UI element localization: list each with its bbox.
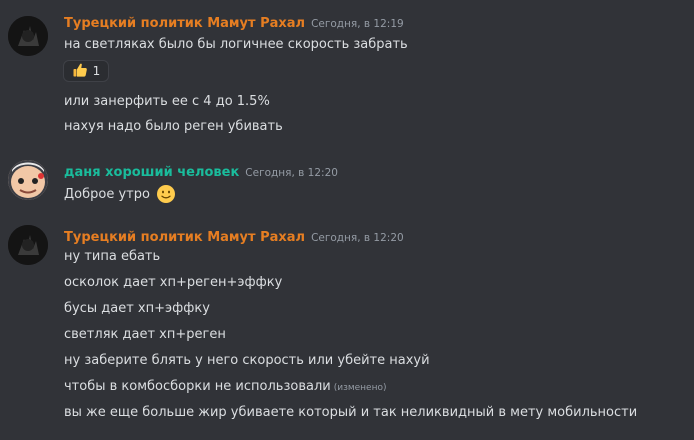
message-text: ну типа ебать xyxy=(64,249,161,264)
reaction-button[interactable]: 1 xyxy=(63,60,109,82)
message-text: вы же еще больше жир убиваете который и … xyxy=(64,405,638,420)
message-text: на светляках было бы логичнее скорость з… xyxy=(64,37,408,52)
message-text: бусы дает хп+эффку xyxy=(64,301,210,316)
avatar[interactable] xyxy=(8,160,48,200)
message-text: нахуя надо было реген убивать xyxy=(64,119,283,134)
slightly-smiling-face-icon xyxy=(156,184,176,205)
avatar[interactable] xyxy=(8,16,48,56)
avatar[interactable] xyxy=(8,225,48,265)
message-text-content: Доброе утро xyxy=(64,187,150,202)
message-header: Турецкий политик Мамут Рахал Сегодня, в 1… xyxy=(64,227,404,245)
timestamp: Сегодня, в 12:20 xyxy=(245,167,338,179)
message-text-content: чтобы в комбосборки не использовали xyxy=(64,379,331,394)
message-header: Турецкий политик Мамут Рахал Сегодня, в 1… xyxy=(64,13,404,31)
message-text: чтобы в комбосборки не использовали (изме… xyxy=(64,378,387,397)
timestamp: Сегодня, в 12:19 xyxy=(311,18,404,30)
message-text: или занерфить ее с 4 до 1.5% xyxy=(64,94,270,109)
username[interactable]: Турецкий политик Мамут Рахал xyxy=(64,16,305,31)
edited-label: (изменено) xyxy=(333,383,387,393)
message-text: ну заберите блять у него скорость или уб… xyxy=(64,353,430,368)
thumbs-up-icon xyxy=(72,62,88,81)
reaction-count: 1 xyxy=(92,64,101,78)
timestamp: Сегодня, в 12:20 xyxy=(311,232,404,244)
username[interactable]: Турецкий политик Мамут Рахал xyxy=(64,230,305,245)
username[interactable]: даня хороший человек xyxy=(64,165,239,180)
message-text: осколок дает хп+реген+эффку xyxy=(64,275,283,290)
message-header: даня хороший человек Сегодня, в 12:20 xyxy=(64,162,338,180)
message-text: светляк дает хп+реген xyxy=(64,327,226,342)
message-text: Доброе утро xyxy=(64,184,176,205)
